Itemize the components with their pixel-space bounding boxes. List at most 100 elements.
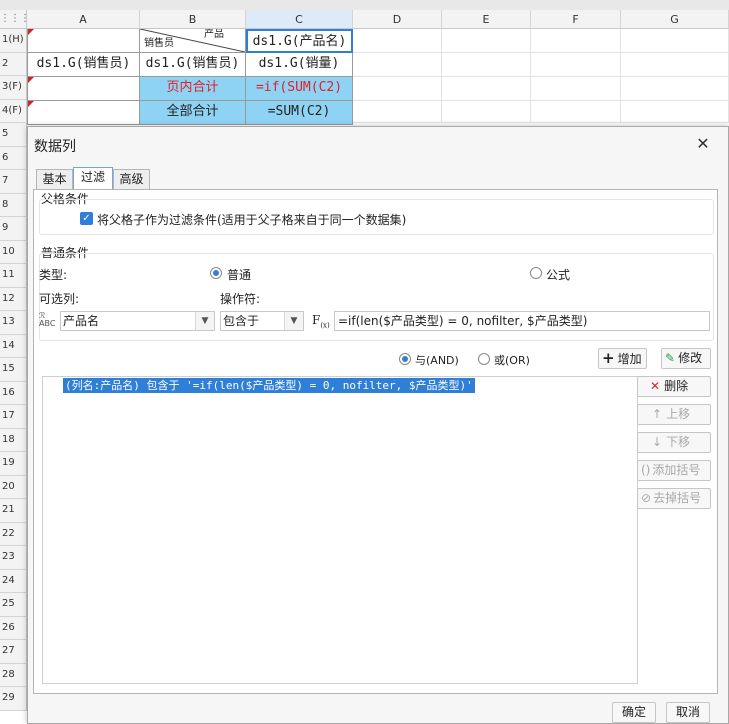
formula-input[interactable]: =if(len($产品类型) = 0, nofilter, $产品类型)	[334, 311, 710, 331]
row-header[interactable]: 21	[0, 499, 27, 523]
tab-advanced[interactable]: 高级	[113, 169, 150, 189]
row-header[interactable]: 18	[0, 428, 27, 452]
row-header[interactable]: 26	[0, 616, 27, 640]
radio-or[interactable]	[478, 353, 490, 365]
cell-b2[interactable]: ds1.G(销售员)	[140, 53, 246, 77]
edit-icon: ✎	[665, 351, 676, 365]
move-down-button[interactable]: ↓ 下移	[637, 432, 711, 453]
row-header[interactable]: 13	[0, 311, 27, 335]
filter-panel: 父格条件 ✓ 将父格子作为过滤条件(适用于父子格来自于同一个数据集) 普通条件 …	[33, 189, 718, 694]
radio-formula[interactable]	[530, 267, 542, 279]
gridline	[353, 76, 729, 77]
row-header[interactable]: 4(F)	[0, 99, 27, 123]
row-header[interactable]: 1(H)	[0, 29, 27, 53]
column-header-d[interactable]: D	[353, 10, 442, 29]
cell-c3[interactable]: =if(SUM(C2)	[246, 77, 353, 101]
cell-b3[interactable]: 页内合计	[140, 77, 246, 101]
row-header[interactable]: 2	[0, 52, 27, 76]
arrow-down-icon: ↓	[652, 435, 663, 449]
gridline	[353, 100, 729, 101]
type-label: 类型:	[39, 268, 68, 282]
arrow-up-icon: ↑	[652, 407, 663, 421]
row-header[interactable]: 15	[0, 358, 27, 382]
row-header[interactable]: 25	[0, 593, 27, 617]
operator-combo[interactable]: 包含于 ▼	[220, 311, 304, 331]
row-header[interactable]: 16	[0, 381, 27, 405]
row-header[interactable]: 9	[0, 217, 27, 241]
column-select-label: 可选列:	[39, 292, 80, 306]
delete-button[interactable]: ✕ 删除	[637, 376, 711, 397]
radio-normal[interactable]	[210, 267, 222, 279]
column-header-b[interactable]: B	[140, 10, 246, 29]
cell-a3[interactable]	[27, 77, 140, 101]
row-header[interactable]: 20	[0, 475, 27, 499]
parent-filter-label: 将父格子作为过滤条件(适用于父子格来自于同一个数据集)	[97, 213, 407, 227]
dialog-title: 数据列	[34, 139, 76, 155]
row-header[interactable]: 12	[0, 287, 27, 311]
formula-icon[interactable]: F(x)	[312, 311, 332, 331]
remove-bracket-icon: ⊘	[641, 491, 652, 505]
row-header[interactable]: 24	[0, 569, 27, 593]
data-column-dialog: 数据列 ✕ 基本 过滤 高级 父格条件 ✓ 将父格子作为过滤条件(适用于父子格来…	[27, 126, 729, 724]
column-header-e[interactable]: E	[442, 10, 531, 29]
cell-c4[interactable]: =SUM(C2)	[246, 101, 353, 125]
cell-b4[interactable]: 全部合计	[140, 101, 246, 125]
radio-normal-label: 普通	[227, 268, 252, 282]
row-header[interactable]: 23	[0, 546, 27, 570]
row-header[interactable]: 17	[0, 405, 27, 429]
close-icon[interactable]: ✕	[692, 133, 714, 155]
row-header[interactable]: 19	[0, 452, 27, 476]
row-header[interactable]: 8	[0, 193, 27, 217]
ok-button[interactable]: 确定	[612, 702, 656, 723]
toolbar-strip	[0, 0, 729, 10]
tab-basic[interactable]: 基本	[36, 169, 73, 189]
row-header[interactable]: 6	[0, 146, 27, 170]
condition-list[interactable]: (列名:产品名) 包含于 '=if(len($产品类型) = 0, nofilt…	[42, 376, 638, 684]
tab-filter[interactable]: 过滤	[73, 167, 113, 190]
chevron-down-icon[interactable]: ▼	[284, 312, 303, 330]
column-header-c[interactable]: C	[246, 10, 353, 29]
radio-and-label: 与(AND)	[415, 354, 459, 367]
remove-bracket-button[interactable]: ⊘ 去掉括号	[637, 488, 711, 509]
row-header[interactable]: 10	[0, 240, 27, 264]
field-type-icon: ℛ ABC	[39, 311, 56, 328]
row-header[interactable]: 14	[0, 334, 27, 358]
plus-icon: +	[602, 349, 615, 367]
delete-x-icon: ✕	[650, 379, 661, 393]
cell-c1-selected[interactable]: ds1.G(产品名)	[246, 29, 353, 53]
row-header[interactable]: 3(F)	[0, 76, 27, 100]
gridline	[353, 52, 729, 53]
column-header-a[interactable]: A	[27, 10, 140, 29]
add-bracket-button[interactable]: () 添加括号	[637, 460, 711, 481]
row-header[interactable]: 29	[0, 687, 27, 711]
parent-filter-checkbox[interactable]: ✓	[80, 212, 93, 225]
row-header[interactable]: 5	[0, 123, 27, 147]
cell-a4[interactable]	[27, 101, 140, 125]
cell-a2[interactable]: ds1.G(销售员)	[27, 53, 140, 77]
chevron-down-icon[interactable]: ▼	[195, 312, 214, 330]
move-up-button[interactable]: ↑ 上移	[637, 404, 711, 425]
cell-c2[interactable]: ds1.G(销量)	[246, 53, 353, 77]
add-condition-button[interactable]: + 增加	[598, 348, 647, 369]
cell-b1-slash-header[interactable]: 产品 销售员	[140, 29, 246, 53]
bracket-icon: ()	[641, 463, 651, 477]
column-combo-value: 产品名	[63, 314, 100, 328]
row-header[interactable]: 22	[0, 522, 27, 546]
row-header[interactable]: 28	[0, 663, 27, 687]
row-header[interactable]: 7	[0, 170, 27, 194]
operator-combo-value: 包含于	[223, 314, 260, 328]
column-header-g[interactable]: G	[621, 10, 729, 29]
radio-formula-label: 公式	[546, 268, 571, 282]
b1-top-label: 产品	[204, 29, 224, 40]
select-all-corner[interactable]: ⋮⋮⋮	[0, 10, 30, 29]
radio-and[interactable]	[399, 353, 411, 365]
cell-a1[interactable]	[27, 29, 140, 53]
modify-condition-button[interactable]: ✎ 修改	[661, 348, 711, 369]
condition-row-selected[interactable]: (列名:产品名) 包含于 '=if(len($产品类型) = 0, nofilt…	[63, 378, 475, 393]
b1-bottom-label: 销售员	[144, 38, 174, 49]
column-combo[interactable]: 产品名 ▼	[60, 311, 215, 331]
column-header-f[interactable]: F	[531, 10, 621, 29]
row-header[interactable]: 11	[0, 264, 27, 288]
row-header[interactable]: 27	[0, 640, 27, 664]
cancel-button[interactable]: 取消	[666, 702, 710, 723]
